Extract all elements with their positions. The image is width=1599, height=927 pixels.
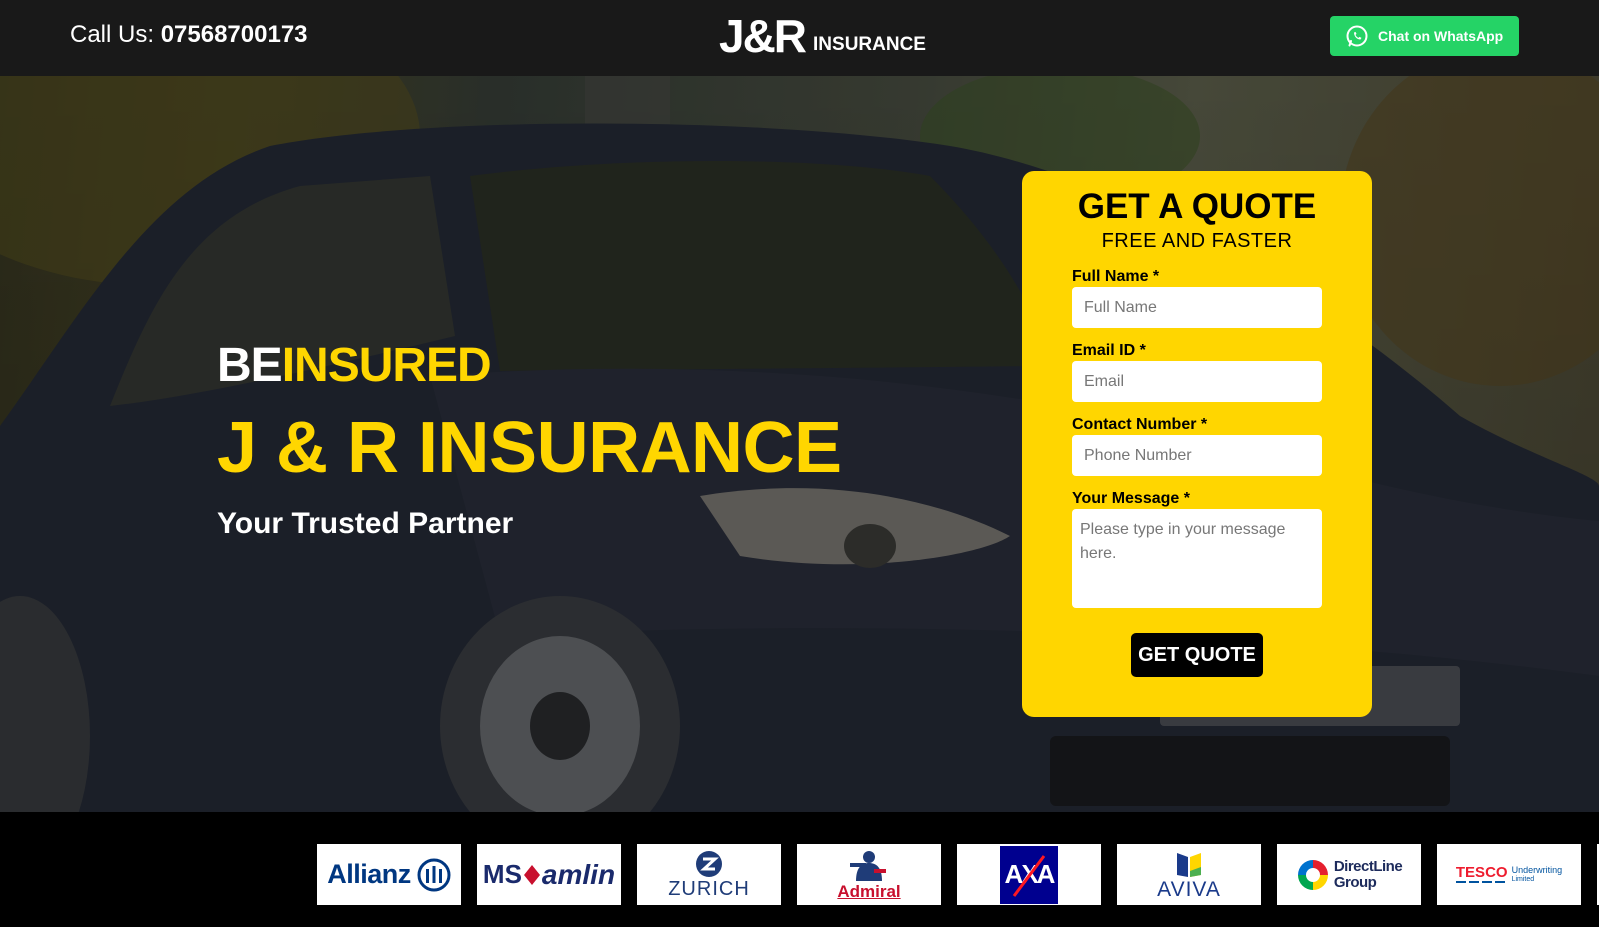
axa-slash-icon [1012, 854, 1046, 897]
partner-logo-ms-amlin: MS amlin [477, 844, 621, 905]
allianz-icon [417, 858, 451, 891]
get-quote-button[interactable]: GET QUOTE [1131, 633, 1263, 677]
call-label: Call Us: [70, 21, 155, 48]
whatsapp-icon [1346, 25, 1368, 47]
zurich-icon [696, 850, 722, 877]
hero-headline: BEINSURED J & R INSURANCE Your Trusted P… [217, 340, 842, 544]
be-insured-line: BEINSURED [217, 340, 842, 392]
site-logo[interactable]: J&R INSURANCE [719, 10, 926, 62]
whatsapp-label: Chat on WhatsApp [1378, 28, 1504, 44]
email-input[interactable] [1072, 361, 1322, 402]
partner-logo-direct-line: DirectLine Group [1277, 844, 1421, 905]
quote-subtitle: FREE AND FASTER [1101, 230, 1293, 252]
aviva-icon [1177, 852, 1201, 877]
partner-logo-allianz: Allianz [317, 844, 461, 905]
quote-title: GET A QUOTE [1077, 187, 1317, 226]
hero-title: J & R INSURANCE [217, 408, 842, 488]
phone-input[interactable] [1072, 435, 1322, 476]
axa-badge: AXA [1000, 845, 1058, 904]
tesco-underwriting-text: Underwriting [1511, 864, 1563, 875]
ms-text: MS [482, 859, 522, 889]
whatsapp-chat-button[interactable]: Chat on WhatsApp [1330, 16, 1519, 56]
message-input[interactable] [1072, 509, 1322, 608]
amlin-text: amlin [541, 858, 616, 890]
logo-mark: J&R [719, 10, 807, 62]
admiral-text: Admiral [837, 881, 901, 901]
phone-number[interactable]: 07568700173 [161, 21, 308, 48]
ms-amlin-diamond-icon [523, 864, 540, 885]
partner-logo-admiral: Admiral [797, 844, 941, 905]
direct-line-group-text: Group [1333, 873, 1377, 891]
partner-logo-tesco: TESCO Underwriting Limited [1437, 844, 1581, 905]
admiral-icon [850, 850, 886, 881]
direct-line-icon [1297, 859, 1328, 890]
hero-tagline: Your Trusted Partner [217, 507, 514, 540]
logo-word: INSURANCE [813, 34, 926, 55]
quote-form: GET A QUOTE FREE AND FASTER Full Name * … [1022, 171, 1372, 717]
contact-number-label: Contact Number * [1072, 416, 1208, 433]
message-label: Your Message * [1072, 490, 1190, 507]
allianz-text: Allianz [327, 859, 411, 889]
tesco-stripes-icon [1455, 880, 1505, 883]
call-us: Call Us: 07568700173 [70, 20, 308, 50]
email-label: Email ID * [1072, 342, 1146, 359]
tesco-text: TESCO [1455, 863, 1508, 881]
insured-text: INSURED [281, 339, 492, 392]
partner-logos-strip: Allianz MS amlin ZURICH Admiral AXA [0, 812, 1599, 927]
top-header: Call Us: 07568700173 J&R INSURANCE Chat o… [0, 0, 1599, 76]
partner-logo-aviva: AVIVA [1117, 844, 1261, 905]
zurich-text: ZURICH [668, 877, 750, 900]
be-text: BE [217, 339, 283, 392]
full-name-label: Full Name * [1072, 268, 1160, 285]
partner-logo-axa: AXA [957, 844, 1101, 905]
partner-logo-zurich: ZURICH [637, 844, 781, 905]
direct-line-text: DirectLine [1333, 857, 1403, 875]
full-name-input[interactable] [1072, 287, 1322, 328]
tesco-limited-text: Limited [1511, 875, 1535, 883]
aviva-text: AVIVA [1157, 877, 1221, 901]
